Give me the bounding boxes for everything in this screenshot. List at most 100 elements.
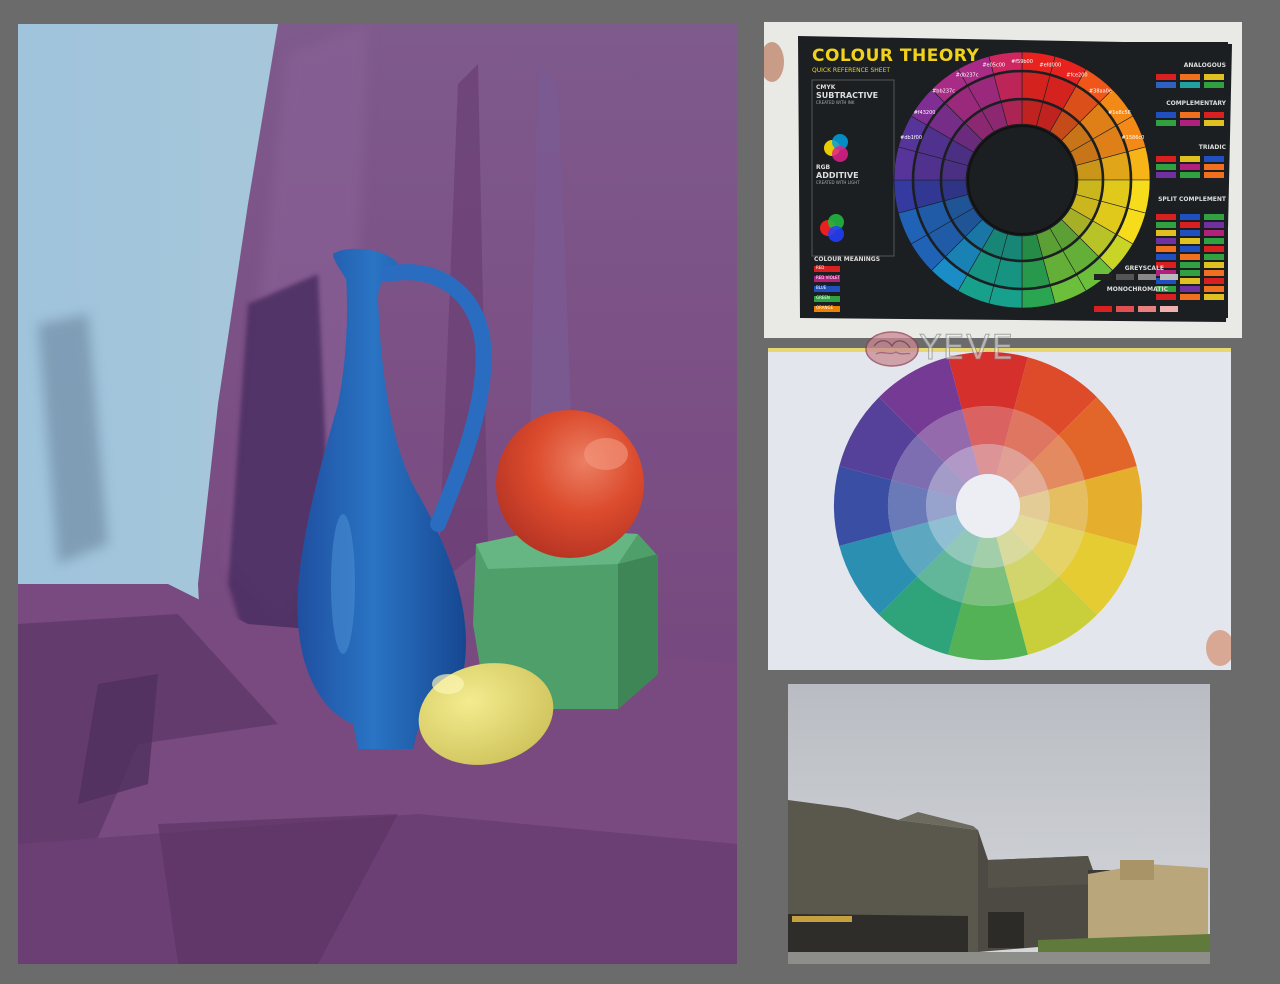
swatch <box>1204 82 1224 88</box>
hex-label: #1586c0 <box>1121 135 1144 141</box>
swatch <box>1180 238 1200 244</box>
swatch <box>1204 156 1224 162</box>
swatch <box>1180 112 1200 118</box>
sheet-subtitle: QUICK REFERENCE SHEET <box>812 67 891 74</box>
swatch <box>1180 74 1200 80</box>
swatch <box>1204 278 1224 284</box>
swatch <box>1204 286 1224 292</box>
split-complement-heading: SPLIT COMPLEMENT <box>1158 196 1226 203</box>
colour-meaning-label: GREEN <box>816 295 830 300</box>
subtractive-note: CREATED WITH INK <box>816 100 855 105</box>
wheel-center <box>967 125 1077 235</box>
hex-label: #f43200 <box>914 110 936 116</box>
swatch <box>1156 246 1176 252</box>
swatch <box>1094 306 1112 312</box>
swatch <box>1204 238 1224 244</box>
swatch <box>1180 262 1200 268</box>
printed-colour-wheel-photo <box>768 348 1231 670</box>
swatch <box>1156 112 1176 118</box>
swatch <box>1180 82 1200 88</box>
cmyk-label: CMYK <box>816 84 836 91</box>
swatch <box>1204 246 1224 252</box>
swatch <box>1204 214 1224 220</box>
swatch <box>1156 238 1176 244</box>
additive-heading: ADDITIVE <box>816 171 859 180</box>
still-life-painting <box>18 24 737 964</box>
swatch <box>1156 120 1176 126</box>
swatch <box>1180 156 1200 162</box>
swatch <box>1156 82 1176 88</box>
colour-meaning-label: RED <box>816 265 825 270</box>
swatch <box>1156 254 1176 260</box>
swatch <box>1138 306 1156 312</box>
wheel-segment <box>1084 466 1142 546</box>
analogous-heading: ANALOGOUS <box>1183 62 1226 69</box>
swatch <box>1116 306 1134 312</box>
hex-label: #38aa0e <box>1089 89 1112 95</box>
swatch <box>1204 230 1224 236</box>
rgb-label: RGB <box>816 164 831 171</box>
colour-meaning-label: BLUE <box>816 285 827 290</box>
swatch <box>1204 254 1224 260</box>
swatch <box>1156 230 1176 236</box>
swatch <box>1156 222 1176 228</box>
hex-label: #efd000 <box>1039 62 1061 68</box>
colour-meaning-label: ORANGE <box>816 305 834 310</box>
swatch <box>1180 286 1200 292</box>
swatch <box>1204 270 1224 276</box>
swatch <box>1156 156 1176 162</box>
swatch <box>1180 164 1200 170</box>
swatch <box>1180 214 1200 220</box>
building-photo <box>788 684 1210 964</box>
swatch <box>1180 294 1200 300</box>
swatch <box>1156 214 1176 220</box>
swatch <box>1180 254 1200 260</box>
additive-note: CREATED WITH LIGHT <box>816 180 860 185</box>
greyscale-heading: GREYSCALE <box>1124 265 1164 272</box>
swatch <box>1180 120 1200 126</box>
complementary-heading: COMPLEMENTARY <box>1166 100 1226 107</box>
colour-meaning-label: RED VIOLET <box>816 275 840 280</box>
monochromatic-heading: MONOCHROMATIC <box>1106 286 1168 293</box>
triadic-heading: TRIADIC <box>1198 144 1226 151</box>
swatch <box>1180 222 1200 228</box>
hex-label: #f59b00 <box>1011 59 1033 65</box>
hex-label: #bb237c <box>932 89 955 95</box>
sheet-title: COLOUR THEORY <box>812 46 980 66</box>
swatch <box>1180 270 1200 276</box>
swatch <box>1156 172 1176 178</box>
swatch <box>1180 172 1200 178</box>
hex-label: #e05c00 <box>982 62 1005 68</box>
colour-theory-sheet-photo: #db1f00 #f43200 #bb237c #db237c #e05c00 #f59b… <box>764 22 1242 338</box>
swatch <box>1204 222 1224 228</box>
swatch <box>1180 246 1200 252</box>
brain-logo-icon <box>865 331 919 367</box>
swatch <box>1138 274 1156 280</box>
hex-label: #db1f00 <box>900 135 922 141</box>
swatch <box>1204 164 1224 170</box>
swatch <box>1180 278 1200 284</box>
swatch <box>1156 74 1176 80</box>
wheel-center <box>956 474 1020 538</box>
swatch <box>1204 262 1224 268</box>
watermark-text: YEVE <box>920 328 1015 369</box>
swatch <box>1204 294 1224 300</box>
swatch <box>1204 74 1224 80</box>
swatch <box>1094 274 1112 280</box>
swatch <box>1180 230 1200 236</box>
wheel-segment <box>948 602 1028 660</box>
watermark: YEVE <box>862 326 1042 372</box>
swatch <box>1156 164 1176 170</box>
swatch <box>1156 294 1176 300</box>
swatch <box>1160 306 1178 312</box>
swatch <box>1204 112 1224 118</box>
colour-meanings-heading: COLOUR MEANINGS <box>814 256 881 263</box>
subtractive-heading: SUBTRACTIVE <box>816 91 879 100</box>
swatch <box>1116 274 1134 280</box>
swatch <box>1204 172 1224 178</box>
swatch <box>1204 120 1224 126</box>
swatch <box>1160 274 1178 280</box>
hex-label: #1e8c56 <box>1108 110 1131 116</box>
wheel-segment <box>834 466 892 546</box>
hex-label: #fce200 <box>1066 72 1087 78</box>
